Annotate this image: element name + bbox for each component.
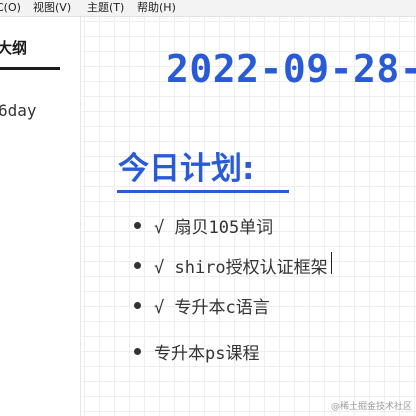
outline-sidebar: 大纲 6day bbox=[0, 17, 81, 416]
task-text: √ shiro授权认证框架 bbox=[154, 258, 328, 278]
task-text: 专升本ps课程 bbox=[154, 344, 260, 364]
menu-item-theme[interactable]: 主题(T) bbox=[87, 0, 124, 16]
menu-item-help[interactable]: 帮助(H) bbox=[137, 0, 176, 16]
task-text: √ 扇贝105单词 bbox=[154, 218, 274, 238]
watermark: @稀土掘金技术社区 bbox=[330, 402, 412, 412]
bullet-icon bbox=[134, 222, 141, 229]
bullet-icon bbox=[134, 302, 141, 309]
menu-item-view[interactable]: 视图(V) bbox=[33, 0, 71, 16]
outline-tab-indicator bbox=[0, 67, 60, 70]
bullet-icon bbox=[134, 262, 141, 269]
text-cursor bbox=[331, 252, 332, 274]
heading-underline bbox=[117, 190, 289, 193]
editor-pane[interactable]: 2022-09-28- 今日计划: √ 扇贝105单词 √ shiro授权认证框… bbox=[82, 17, 416, 416]
outline-tab[interactable]: 大纲 bbox=[0, 37, 27, 58]
task-text: √ 专升本c语言 bbox=[154, 298, 270, 318]
bullet-icon bbox=[134, 348, 141, 355]
plan-heading: 今日计划: bbox=[118, 151, 255, 187]
menu-item-format[interactable]: C(O) bbox=[0, 0, 21, 16]
outline-item-6day[interactable]: 6day bbox=[0, 101, 37, 120]
menu-bar: C(O) 视图(V) 主题(T) 帮助(H) bbox=[0, 0, 416, 17]
date-heading: 2022-09-28- bbox=[166, 47, 416, 91]
